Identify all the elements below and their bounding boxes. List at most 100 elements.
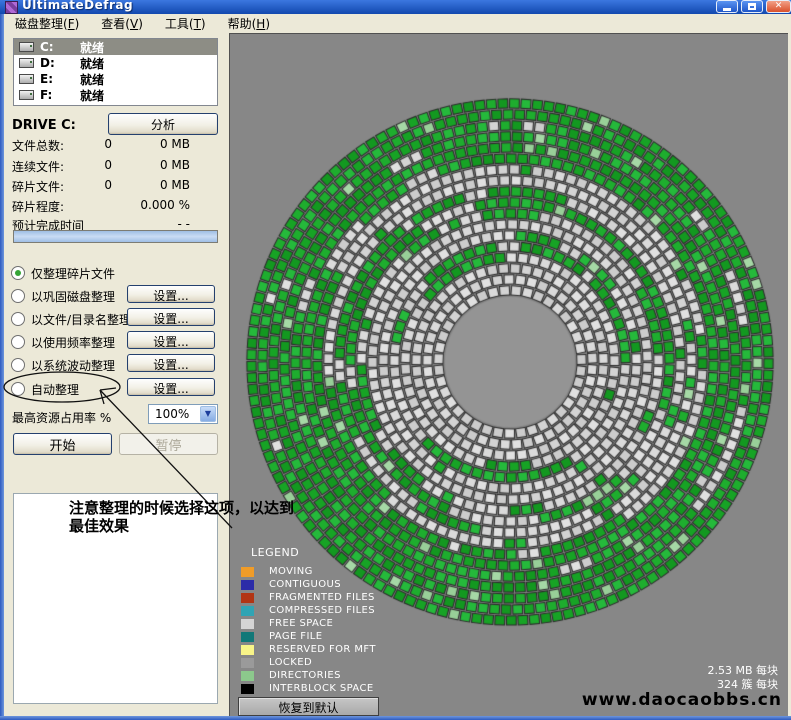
radio-label: 以使用频率整理	[31, 334, 115, 351]
legend-title: LEGEND	[251, 546, 376, 559]
legend-swatch	[241, 567, 254, 577]
drive-row[interactable]: D:就绪	[14, 55, 217, 71]
settings-button[interactable]: 设置...	[127, 308, 215, 326]
radio-label: 以系统波动整理	[31, 357, 115, 374]
legend: LEGEND MOVINGCONTIGUOUSFRAGMENTED FILES C…	[241, 546, 376, 695]
radio-option[interactable]: 自动整理	[11, 381, 79, 397]
legend-swatch	[241, 671, 254, 681]
radio-option[interactable]: 以使用频率整理	[11, 334, 115, 350]
title-bar: UltimateDefrag ✕	[0, 0, 791, 14]
stat-row: 碎片文件: 00 MB	[12, 178, 212, 194]
legend-item: FRAGMENTED FILES	[241, 591, 376, 604]
drive-row[interactable]: F:就绪	[14, 87, 217, 103]
drive-row[interactable]: E:就绪	[14, 71, 217, 87]
settings-button[interactable]: 设置...	[127, 331, 215, 349]
radio-button[interactable]	[11, 312, 25, 326]
restore-default-button[interactable]: 恢复到默认	[238, 697, 379, 716]
window-border-bottom	[0, 716, 791, 720]
analyze-button[interactable]: 分析	[108, 113, 218, 135]
ultimatedefrag-window: UltimateDefrag ✕ 磁盘整理(F)查看(V)工具(T)帮助(H) …	[0, 0, 791, 720]
progress-bar	[13, 230, 218, 243]
stat-row: 文件总数:00 MB	[12, 137, 212, 153]
stat-size-value: - -	[112, 217, 190, 231]
drive-list[interactable]: C:就绪D:就绪E:就绪F:就绪	[13, 38, 218, 106]
maximize-button[interactable]	[741, 0, 763, 13]
legend-item: PAGE FILE	[241, 630, 376, 643]
legend-label: COMPRESSED FILES	[269, 605, 375, 616]
minimize-icon	[723, 8, 731, 11]
drive-label: DRIVE C:	[12, 118, 76, 133]
radio-option[interactable]: 以巩固磁盘整理	[11, 288, 115, 304]
legend-swatch	[241, 684, 254, 694]
radio-button[interactable]	[11, 358, 25, 372]
stat-row: 连续文件: 00 MB	[12, 158, 212, 174]
stat-size-value: 0 MB	[112, 158, 190, 172]
stat-size-value: 0 MB	[112, 178, 190, 192]
legend-label: DIRECTORIES	[269, 670, 341, 681]
stat-size-value: 0.000 %	[112, 198, 190, 212]
radio-label: 以巩固磁盘整理	[31, 288, 115, 305]
legend-label: RESERVED FOR MFT	[269, 644, 376, 655]
stat-label: 碎片文件:	[12, 178, 64, 195]
stat-count-value: 0	[70, 178, 112, 192]
close-button[interactable]: ✕	[766, 0, 791, 13]
stat-row: 碎片程度:0.000 %	[12, 198, 212, 214]
legend-label: MOVING	[269, 566, 313, 577]
settings-button[interactable]: 设置...	[127, 354, 215, 372]
radio-label: 以文件/目录名整理	[31, 311, 131, 328]
legend-item: LOCKED	[241, 656, 376, 669]
start-button[interactable]: 开始	[13, 433, 112, 455]
minimize-button[interactable]	[716, 0, 738, 13]
legend-label: PAGE FILE	[269, 631, 323, 642]
drive-name: C:	[40, 40, 80, 54]
chevron-down-icon[interactable]: ▼	[200, 406, 216, 422]
legend-swatch	[241, 580, 254, 590]
drive-name: F:	[40, 88, 80, 102]
drive-row[interactable]: C:就绪	[14, 39, 217, 55]
legend-item: RESERVED FOR MFT	[241, 643, 376, 656]
resource-usage-select[interactable]: 100% ▼	[148, 404, 218, 424]
legend-swatch	[241, 619, 254, 629]
legend-swatch	[241, 593, 254, 603]
settings-button[interactable]: 设置...	[127, 285, 215, 303]
drive-name: D:	[40, 56, 80, 70]
radio-button[interactable]	[11, 266, 25, 280]
radio-button[interactable]	[11, 335, 25, 349]
drive-name: E:	[40, 72, 80, 86]
resource-usage-value: 100%	[155, 407, 189, 421]
radio-option[interactable]: 以文件/目录名整理	[11, 311, 131, 327]
app-icon	[5, 1, 18, 14]
settings-button[interactable]: 设置...	[127, 378, 215, 396]
legend-item: CONTIGUOUS	[241, 578, 376, 591]
menu-item-t[interactable]: 工具(T)	[154, 14, 217, 33]
menu-item-v[interactable]: 查看(V)	[90, 14, 154, 33]
radio-option[interactable]: 以系统波动整理	[11, 357, 115, 373]
radio-button[interactable]	[11, 382, 25, 396]
stat-count-value: 0	[70, 158, 112, 172]
radio-label: 自动整理	[31, 381, 79, 398]
window-title: UltimateDefrag	[22, 0, 133, 12]
close-icon: ✕	[775, 1, 783, 11]
drive-icon	[19, 42, 34, 52]
legend-swatch	[241, 658, 254, 668]
radio-label: 仅整理碎片文件	[31, 265, 115, 282]
menu-item-f[interactable]: 磁盘整理(F)	[4, 14, 90, 33]
drive-status: 就绪	[80, 71, 104, 88]
watermark-text: www.daocaobbs.cn	[582, 690, 782, 710]
legend-label: FRAGMENTED FILES	[269, 592, 375, 603]
drive-status: 就绪	[80, 39, 104, 56]
radio-option[interactable]: 仅整理碎片文件	[11, 265, 115, 281]
block-size-mb: 2.53 MB 每块	[707, 664, 778, 678]
radio-button[interactable]	[11, 289, 25, 303]
legend-item: INTERBLOCK SPACE	[241, 682, 376, 695]
control-panel: C:就绪D:就绪E:就绪F:就绪 DRIVE C: 分析 文件总数:00 MB连…	[4, 33, 229, 716]
drive-icon	[19, 58, 34, 68]
stat-size-value: 0 MB	[112, 137, 190, 151]
legend-item: DIRECTORIES	[241, 669, 376, 682]
menu-item-h[interactable]: 帮助(H)	[217, 14, 281, 33]
pause-button: 暂停	[119, 433, 218, 455]
stat-label: 连续文件:	[12, 158, 64, 175]
annotation-note: 注意整理的时候选择这项，以达到 最佳效果	[69, 499, 294, 535]
legend-swatch	[241, 606, 254, 616]
menu-bar: 磁盘整理(F)查看(V)工具(T)帮助(H)	[4, 14, 787, 34]
